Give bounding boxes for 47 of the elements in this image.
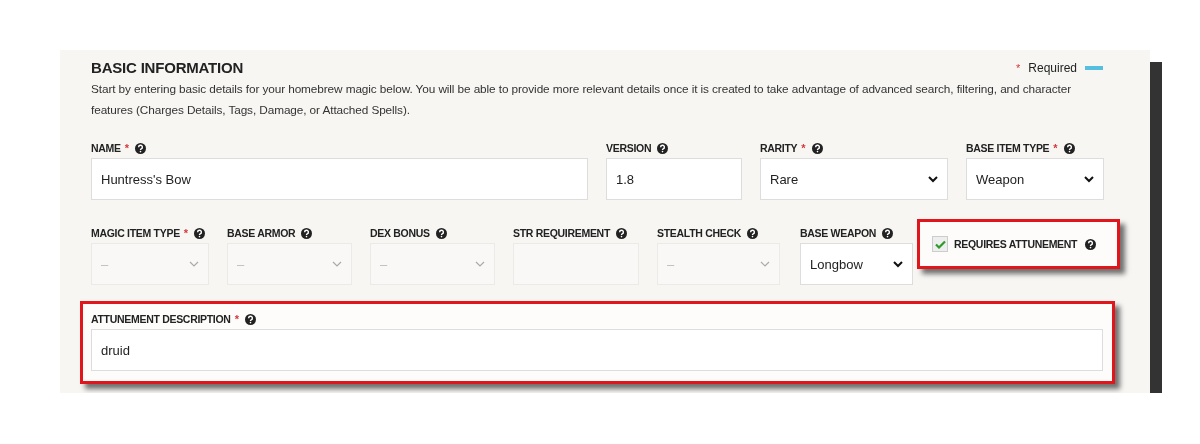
field-label: MAGIC ITEM TYPE [91, 227, 180, 239]
chevron-icon [928, 175, 938, 183]
chevron-icon [475, 260, 485, 268]
chevron-icon [189, 260, 199, 268]
field-label: VERSION [606, 142, 652, 154]
field-label: BASE ARMOR [227, 227, 296, 239]
placeholder: – [667, 256, 675, 272]
field-label: BASE WEAPON [800, 227, 877, 239]
checkbox[interactable] [932, 236, 948, 252]
placeholder: – [101, 256, 109, 272]
field-label: STR REQUIREMENT [513, 227, 610, 239]
field-value: Rare [770, 171, 799, 187]
input-field[interactable]: druid [91, 329, 1103, 371]
checkbox-label: REQUIRES ATTUNEMENT [954, 238, 1078, 250]
required-legend: Required [1028, 60, 1077, 75]
chevron-icon [893, 260, 903, 268]
field-value: Longbow [810, 256, 863, 272]
section-title: BASIC INFORMATION [91, 59, 244, 76]
chevron-icon [332, 260, 342, 268]
field-label: NAME [91, 142, 121, 154]
input-field[interactable]: 1.8 [606, 158, 742, 200]
chevron-icon [760, 260, 770, 268]
dropdown[interactable]: Longbow [800, 243, 913, 285]
dropdown[interactable]: Weapon [966, 158, 1104, 200]
placeholder: – [380, 256, 388, 272]
required-marker: * [1016, 61, 1021, 74]
field-label: ATTUNEMENT DESCRIPTION [91, 313, 231, 325]
legend-bar [1085, 65, 1103, 70]
placeholder: – [237, 256, 245, 272]
required-marker: * [183, 227, 189, 239]
required-marker: * [801, 142, 806, 154]
required-marker: * [124, 142, 129, 154]
field-label: STEALTH CHECK [657, 227, 741, 239]
field-value: Huntress's Bow [101, 171, 191, 187]
field-label: BASE ITEM TYPE [966, 142, 1050, 154]
field-value: 1.8 [616, 171, 635, 187]
field-label: RARITY [760, 142, 798, 154]
required-marker: * [234, 313, 239, 325]
check-icon [934, 239, 946, 249]
section-description: Start by entering basic details for your homebrew magic below. You will be able to provide more relevant details once it is created to take advantage of advanced search, filtering, and character features (Charges Details, Tags, Damage, or Attached Spells). [91, 81, 1072, 119]
required-marker: * [1053, 142, 1058, 154]
input-field[interactable]: Huntress's Bow [91, 158, 588, 200]
chevron-icon [1084, 175, 1094, 183]
field-value: druid [101, 342, 130, 358]
field-value: Weapon [976, 171, 1025, 187]
field-label: DEX BONUS [370, 227, 430, 239]
dropdown[interactable]: Rare [760, 158, 948, 200]
